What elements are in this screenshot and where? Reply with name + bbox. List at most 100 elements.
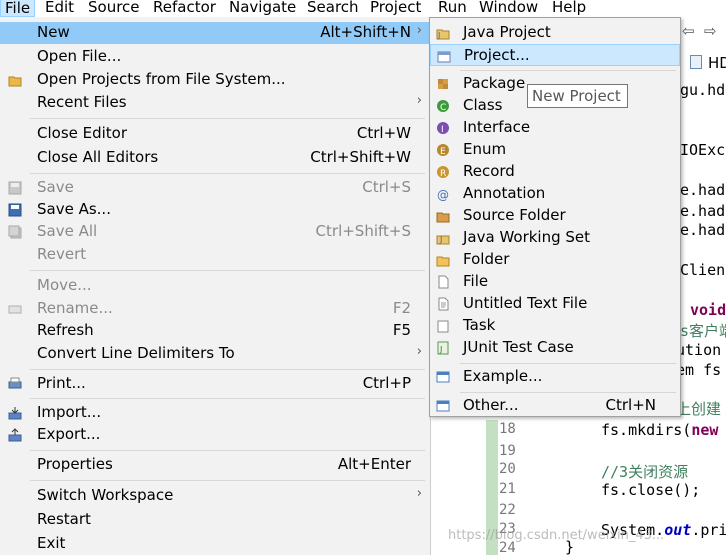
submenu-item-project[interactable]: Project...	[430, 44, 680, 66]
annotation-icon: @	[436, 187, 450, 202]
submenu-item-example[interactable]: Example...	[430, 366, 680, 388]
submenu-item-label: Project...	[464, 46, 530, 64]
menu-item-label: Properties	[37, 455, 113, 473]
editor-tab-label[interactable]: HD	[708, 54, 726, 72]
menu-item-exit[interactable]: Exit	[0, 533, 430, 555]
menu-item-save-as[interactable]: Save As...	[0, 199, 430, 221]
back-arrow-icon[interactable]: ⇦	[682, 22, 695, 40]
menu-item-accel: Ctrl+Shift+S	[315, 222, 411, 240]
java-file-icon	[690, 55, 702, 69]
menubar-refactor[interactable]: Refactor	[149, 0, 220, 17]
menubar-run[interactable]: Run	[434, 0, 471, 17]
separator	[30, 369, 425, 370]
menu-item-properties[interactable]: Properties Alt+Enter	[0, 454, 430, 476]
menubar-source[interactable]: Source	[84, 0, 144, 17]
chevron-right-icon: ›	[416, 344, 422, 359]
menu-item-label: Save All	[37, 222, 98, 240]
submenu-item-untitled-text-file[interactable]: Untitled Text File	[430, 293, 680, 315]
menu-item-open-file[interactable]: Open File...	[0, 46, 430, 68]
file-icon	[436, 275, 450, 289]
line-number: 19	[499, 443, 516, 459]
svg-text:J: J	[437, 31, 440, 40]
task-icon	[436, 319, 450, 333]
code-line: em fs	[676, 361, 722, 379]
chevron-right-icon: ›	[416, 23, 422, 38]
submenu-item-other[interactable]: Other... Ctrl+N	[430, 395, 680, 417]
menu-item-label: Convert Line Delimiters To	[37, 344, 235, 362]
code-line: e.hado	[680, 202, 726, 220]
menu-item-accel: F5	[392, 321, 411, 339]
code-mkdirs: fs.mkdirs(new	[601, 421, 718, 439]
import-icon	[8, 406, 22, 420]
menubar-file[interactable]: File	[0, 0, 36, 17]
menubar-navigate[interactable]: Navigate	[225, 0, 300, 17]
submenu-item-folder[interactable]: Folder	[430, 249, 680, 271]
line-number: 20	[499, 461, 516, 477]
code-line: IOExcep	[680, 141, 726, 159]
menu-item-import[interactable]: Import...	[0, 402, 430, 424]
menu-item-new[interactable]: New Alt+Shift+N ›	[0, 22, 430, 44]
menubar-search[interactable]: Search	[303, 0, 363, 17]
menu-item-save-all[interactable]: Save All Ctrl+Shift+S	[0, 221, 430, 243]
submenu-item-java-working-set[interactable]: J Java Working Set	[430, 227, 680, 249]
editor-toolbar: ⇦ ⇨	[682, 22, 726, 44]
submenu-item-label: Source Folder	[463, 206, 566, 224]
line-number: 22	[499, 502, 516, 518]
menu-item-label: Import...	[37, 403, 102, 421]
menu-item-move[interactable]: Move...	[0, 275, 430, 297]
menu-item-restart[interactable]: Restart	[0, 509, 430, 531]
watermark: https://blog.csdn.net/weixin_43...	[448, 528, 665, 543]
example-icon	[436, 370, 450, 384]
menu-item-recent-files[interactable]: Recent Files ›	[0, 92, 430, 114]
menu-item-close-editor[interactable]: Close Editor Ctrl+W	[0, 123, 430, 145]
submenu-item-record[interactable]: R Record	[430, 161, 680, 183]
separator	[460, 392, 676, 393]
code-line: Clien	[680, 261, 726, 279]
submenu-item-annotation[interactable]: @ Annotation	[430, 183, 680, 205]
menu-item-close-all[interactable]: Close All Editors Ctrl+Shift+W	[0, 147, 430, 169]
menu-item-label: Rename...	[37, 299, 113, 317]
code-comment: s客户端	[680, 322, 726, 340]
menu-item-export[interactable]: Export...	[0, 424, 430, 446]
source-folder-icon	[436, 209, 450, 223]
menu-item-refresh[interactable]: Refresh F5	[0, 320, 430, 342]
submenu-item-interface[interactable]: I Interface	[430, 117, 680, 139]
code-comment: 上创建	[676, 400, 722, 418]
forward-arrow-icon[interactable]: ⇨	[704, 22, 717, 40]
separator	[30, 270, 425, 271]
menubar-edit[interactable]: Edit	[41, 0, 78, 17]
submenu-item-label: File	[463, 272, 489, 290]
tooltip: New Project	[527, 84, 628, 108]
submenu-item-label: Other...	[463, 396, 519, 414]
menu-item-label: Restart	[37, 510, 91, 528]
menubar-project[interactable]: Project	[366, 0, 425, 17]
menu-item-label: Close Editor	[37, 124, 128, 142]
submenu-item-label: JUnit Test Case	[463, 338, 574, 356]
menu-item-print[interactable]: Print... Ctrl+P	[0, 373, 430, 395]
submenu-item-label: Java Working Set	[463, 228, 591, 246]
submenu-item-file[interactable]: File	[430, 271, 680, 293]
menu-item-accel: Alt+Enter	[337, 455, 411, 473]
menu-item-rename[interactable]: Rename... F2	[0, 298, 430, 320]
menu-item-switch-workspace[interactable]: Switch Workspace ›	[0, 485, 430, 507]
submenu-item-label: Enum	[463, 140, 507, 158]
separator	[30, 118, 425, 119]
package-icon	[436, 77, 450, 91]
separator	[30, 398, 425, 399]
code-line: e.hado	[680, 221, 726, 239]
menu-item-open-projects[interactable]: Open Projects from File System...	[0, 69, 430, 91]
menubar-help[interactable]: Help	[548, 0, 590, 17]
svg-text:J: J	[439, 235, 442, 244]
submenu-item-java-project[interactable]: J Java Project	[430, 22, 680, 44]
menu-item-convert-line-delimiters[interactable]: Convert Line Delimiters To ›	[0, 343, 430, 365]
menu-item-label: Save	[37, 178, 74, 196]
menu-item-revert[interactable]: Revert	[0, 244, 430, 266]
menu-item-save[interactable]: Save Ctrl+S	[0, 177, 430, 199]
menubar-window[interactable]: Window	[475, 0, 542, 17]
submenu-item-label: Task	[463, 316, 496, 334]
submenu-item-source-folder[interactable]: Source Folder	[430, 205, 680, 227]
folder-icon	[8, 73, 22, 87]
submenu-item-junit-test-case[interactable]: J JUnit Test Case	[430, 337, 680, 359]
submenu-item-enum[interactable]: E Enum	[430, 139, 680, 161]
submenu-item-task[interactable]: Task	[430, 315, 680, 337]
